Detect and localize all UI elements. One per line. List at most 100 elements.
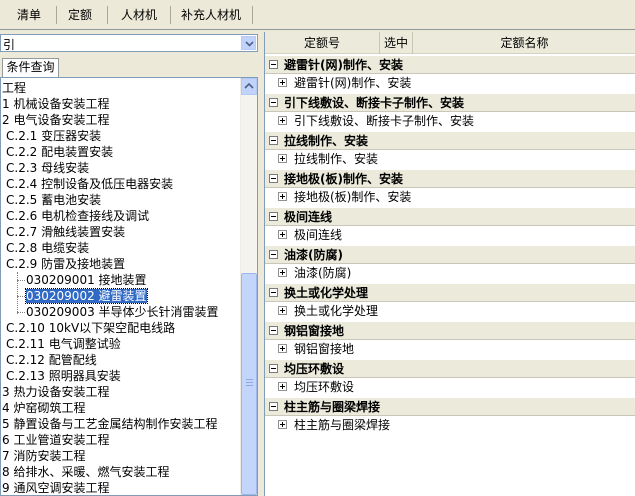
group-row[interactable]: 钢铝窗接地 xyxy=(265,321,635,340)
tree-node[interactable]: 9 通风空调安装工程 xyxy=(2,480,109,495)
tab-condition-query[interactable]: 条件查询 xyxy=(2,58,59,77)
collapse-icon[interactable] xyxy=(269,250,278,259)
tree-node[interactable]: C.2.12 配管配线 xyxy=(6,352,97,368)
collapse-icon[interactable] xyxy=(269,174,278,183)
tree-node[interactable]: C.2.11 电气调整试验 xyxy=(6,336,121,352)
quota-item-row[interactable]: 均压环敷设 xyxy=(265,378,635,397)
expand-icon[interactable] xyxy=(278,306,287,315)
expand-icon[interactable] xyxy=(278,382,287,391)
collapse-icon[interactable] xyxy=(269,212,278,221)
expand-icon[interactable] xyxy=(278,344,287,353)
quota-item-row[interactable]: 避雷针(网)制作、安装 xyxy=(265,74,635,93)
tree-node[interactable]: C.2.5 蓄电池安装 xyxy=(6,192,101,208)
tab-qingdan[interactable]: 清单 xyxy=(4,2,54,28)
quota-grid: 定额号 选中 定额名称 避雷针(网)制作、安装 避雷针(网)制作、安装 引下线敷设、… xyxy=(264,32,635,496)
tree-node[interactable]: 030209003 半导体少长针消雷装置 xyxy=(26,304,219,320)
group-row[interactable]: 避雷针(网)制作、安装 xyxy=(265,55,635,74)
category-tree[interactable]: 工程 1 机械设备安装工程 2 电气设备安装工程 C.2.1 变压器安装 C.2.2 配… xyxy=(0,77,258,496)
group-row[interactable]: 均压环敷设 xyxy=(265,359,635,378)
index-combo[interactable]: 引 xyxy=(0,34,258,52)
group-row[interactable]: 油漆(防腐) xyxy=(265,245,635,264)
expand-icon[interactable] xyxy=(278,420,287,429)
expand-icon[interactable] xyxy=(278,268,287,277)
tree-node[interactable]: C.2.2 配电装置安装 xyxy=(6,144,113,160)
quota-item-row[interactable]: 极间连线 xyxy=(265,226,635,245)
left-pane: 引 条件查询 工程 1 机械设备安装工程 2 电气设备安装工程 C.2.1 变压器安装… xyxy=(0,31,261,496)
quota-item-row[interactable]: 柱主筋与圈梁焊接 xyxy=(265,416,635,435)
tab-separator xyxy=(56,6,57,24)
tree-node[interactable]: C.2.13 照明器具安装 xyxy=(6,368,121,384)
tree-node[interactable]: 4 炉窑砌筑工程 xyxy=(2,400,85,416)
tree-node[interactable]: C.2.3 母线安装 xyxy=(6,160,89,176)
tree-node[interactable]: 5 静置设备与工艺金属结构制作安装工程 xyxy=(2,416,217,432)
quota-item-row[interactable]: 钢铝窗接地 xyxy=(265,340,635,359)
quota-item-row[interactable]: 引下线敷设、断接卡子制作、安装 xyxy=(265,112,635,131)
collapse-icon[interactable] xyxy=(269,326,278,335)
tab-separator xyxy=(252,6,253,24)
quota-item-row[interactable]: 换土或化学处理 xyxy=(265,302,635,321)
tree-node-label: 工程 xyxy=(2,81,27,95)
tree-node[interactable]: 8 给排水、采暖、燃气安装工程 xyxy=(2,464,169,480)
tree-node[interactable]: 1 机械设备安装工程 xyxy=(2,96,109,112)
scroll-up-button[interactable] xyxy=(241,78,257,95)
tree-node[interactable]: 6 工业管道安装工程 xyxy=(2,432,109,448)
tree-node-label: 8 给排水、采暖、燃气安装工程 xyxy=(2,465,170,479)
tree-node[interactable]: C.2.1 变压器安装 xyxy=(6,128,101,144)
group-row[interactable]: 换土或化学处理 xyxy=(265,283,635,302)
quota-item-row[interactable]: 接地极(板)制作、安装 xyxy=(265,188,635,207)
group-title: 引下线敷设、断接卡子制作、安装 xyxy=(284,96,465,110)
col-header-xuanzhong[interactable]: 选中 xyxy=(380,32,413,54)
tree-node[interactable]: C.2.4 控制设备及低压电器安装 xyxy=(6,176,173,192)
scroll-grip xyxy=(246,382,253,383)
tree-node-label: C.2.1 变压器安装 xyxy=(6,129,102,143)
tree-node[interactable]: 2 电气设备安装工程 xyxy=(2,112,109,128)
tree-node-label: 6 工业管道安装工程 xyxy=(2,433,110,447)
tree-scrollbar[interactable] xyxy=(240,78,257,495)
tab-rencaiji[interactable]: 人材机 xyxy=(110,2,168,28)
tree-node[interactable]: C.2.8 电缆安装 xyxy=(6,240,89,256)
expand-icon[interactable] xyxy=(278,154,287,163)
tab-buchong-rencaiji[interactable]: 补充人材机 xyxy=(173,2,249,28)
tree-node[interactable]: C.2.7 滑触线装置安装 xyxy=(6,224,125,240)
col-header-dinge-mingcheng[interactable]: 定额名称 xyxy=(413,32,635,54)
tab-dinge[interactable]: 定额 xyxy=(58,2,102,28)
tree-node[interactable]: 工程 xyxy=(2,80,26,96)
tree-connector xyxy=(17,296,25,297)
tree-node[interactable]: 030209001 接地装置 xyxy=(26,272,147,288)
quota-item-row[interactable]: 拉线制作、安装 xyxy=(265,150,635,169)
tree-node[interactable]: 7 消防安装工程 xyxy=(2,448,85,464)
expand-icon[interactable] xyxy=(278,116,287,125)
quota-item-label: 柱主筋与圈梁焊接 xyxy=(294,418,391,432)
collapse-icon[interactable] xyxy=(269,288,278,297)
tree-node[interactable]: 3 热力设备安装工程 xyxy=(2,384,109,400)
tree-node-label: 030209001 接地装置 xyxy=(26,273,147,287)
tree-node-label: 5 静置设备与工艺金属结构制作安装工程 xyxy=(2,417,218,431)
tree-node[interactable]: C.2.6 电机检查接线及调试 xyxy=(6,208,149,224)
group-row[interactable]: 极间连线 xyxy=(265,207,635,226)
group-row[interactable]: 柱主筋与圈梁焊接 xyxy=(265,397,635,416)
group-row[interactable]: 引下线敷设、断接卡子制作、安装 xyxy=(265,93,635,112)
expand-icon[interactable] xyxy=(278,78,287,87)
group-row[interactable]: 接地极(板)制作、安装 xyxy=(265,169,635,188)
expand-icon[interactable] xyxy=(278,192,287,201)
tree-node[interactable]: 030209002 避雷装置 xyxy=(25,288,148,304)
quota-item-row[interactable]: 油漆(防腐) xyxy=(265,264,635,283)
tree-node-label: C.2.3 母线安装 xyxy=(6,161,90,175)
group-row[interactable]: 拉线制作、安装 xyxy=(265,131,635,150)
collapse-icon[interactable] xyxy=(269,60,278,69)
collapse-icon[interactable] xyxy=(269,364,278,373)
collapse-icon[interactable] xyxy=(269,136,278,145)
quota-item-label: 接地极(板)制作、安装 xyxy=(294,190,412,204)
scroll-thumb[interactable] xyxy=(241,273,257,495)
collapse-icon[interactable] xyxy=(269,402,278,411)
tree-node[interactable]: C.2.9 防雷及接地装置 xyxy=(6,256,125,272)
quota-item-label: 避雷针(网)制作、安装 xyxy=(294,76,412,90)
tab-bar: 清单 定额 人材机 补充人材机 xyxy=(0,0,635,30)
expand-icon[interactable] xyxy=(278,230,287,239)
chevron-down-icon xyxy=(245,41,254,47)
dropdown-button[interactable] xyxy=(241,36,256,50)
col-header-dinge-hao[interactable]: 定额号 xyxy=(265,32,380,54)
tree-node-label: 2 电气设备安装工程 xyxy=(2,113,110,127)
collapse-icon[interactable] xyxy=(269,98,278,107)
tree-node[interactable]: C.2.10 10kV以下架空配电线路 xyxy=(6,320,175,336)
